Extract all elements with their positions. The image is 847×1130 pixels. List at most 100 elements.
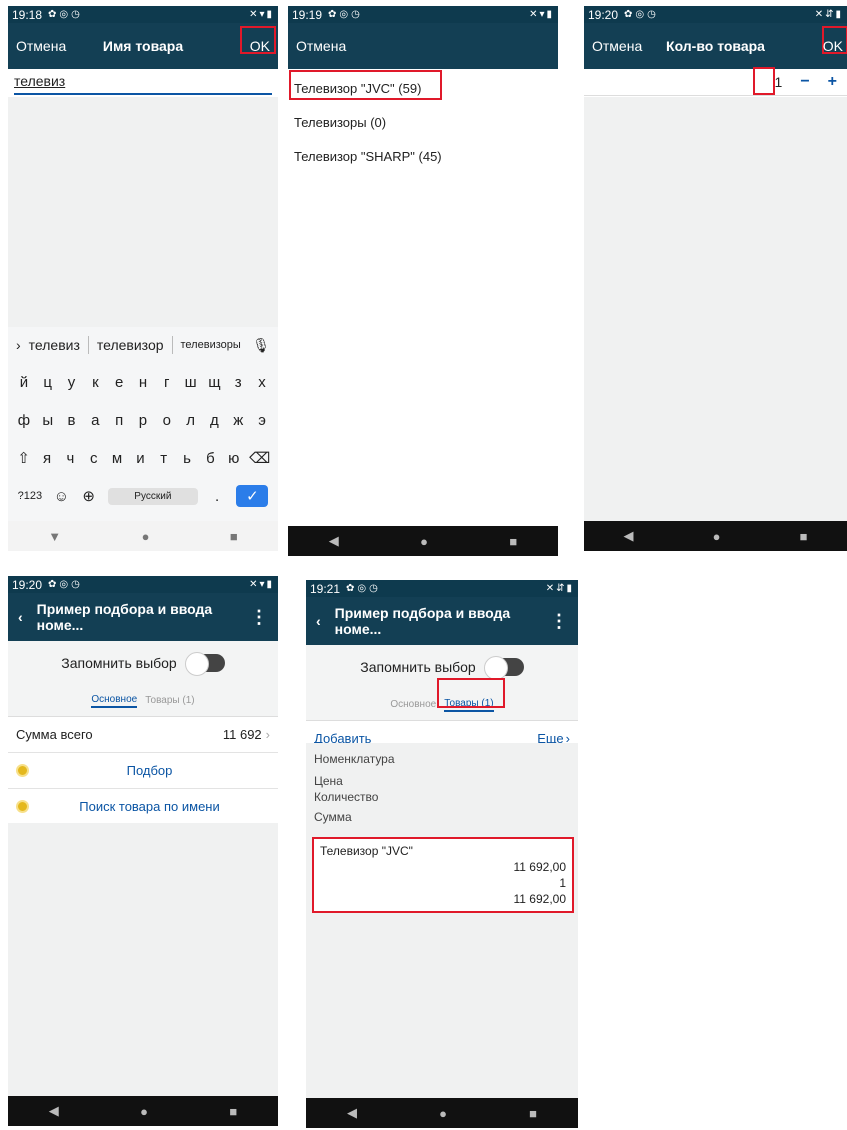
key[interactable]: х <box>254 374 270 391</box>
status-time: 19:20 <box>12 577 43 592</box>
key[interactable]: ц <box>40 374 56 391</box>
search-by-name-link[interactable]: Поиск товара по имени <box>29 799 270 814</box>
emoji-icon[interactable]: ☺ <box>53 488 69 505</box>
key[interactable]: о <box>159 412 175 429</box>
home-icon[interactable]: ● <box>439 1106 447 1121</box>
key[interactable]: ы <box>40 412 56 429</box>
selection-link[interactable]: Подбор <box>29 763 270 778</box>
key[interactable]: е <box>111 374 127 391</box>
recents-icon[interactable]: ■ <box>529 1106 537 1121</box>
back-icon[interactable]: ◀ <box>329 533 339 549</box>
remember-choice-toggle[interactable] <box>184 652 225 676</box>
home-icon[interactable]: ● <box>713 529 721 544</box>
backspace-icon[interactable]: ⌫ <box>249 449 270 467</box>
key[interactable]: ф <box>16 412 32 429</box>
status-icons: ✿◎◷ <box>48 579 83 590</box>
chevron-right-icon[interactable]: › <box>266 727 270 742</box>
key[interactable]: д <box>206 412 222 429</box>
list-item[interactable]: Телевизоры (0) <box>288 105 558 139</box>
key-row-3: ⇧ я ч с м и т ь б ю ⌫ <box>8 439 278 477</box>
dot-key[interactable]: . <box>209 488 225 505</box>
key[interactable]: л <box>183 412 199 429</box>
chevron-right-icon[interactable]: › <box>16 337 21 353</box>
key[interactable]: к <box>87 374 103 391</box>
name-input[interactable]: телевиз <box>14 73 272 95</box>
search-by-name-row[interactable]: Поиск товара по имени <box>8 789 278 825</box>
key[interactable]: ч <box>62 450 78 467</box>
table-row[interactable]: Телевизор "JVC" 11 692,00 1 11 692,00 <box>312 837 574 913</box>
key[interactable]: с <box>86 450 102 467</box>
coin-icon <box>16 800 29 813</box>
key[interactable]: м <box>109 450 125 467</box>
back-icon[interactable]: ◀ <box>49 1103 59 1119</box>
more-menu-icon[interactable]: ⋮ <box>550 611 568 632</box>
key[interactable]: щ <box>206 374 222 391</box>
screen-document-goods: 19:21 ✿◎◷ ✕⇵▮ ‹ Пример подбора и ввода н… <box>306 580 578 1128</box>
key[interactable]: н <box>135 374 151 391</box>
globe-icon[interactable]: ⊕ <box>81 487 97 505</box>
tab-bar: Основное Товары (1) <box>306 689 578 721</box>
space-key[interactable]: Русский <box>107 487 198 505</box>
tab-main[interactable]: Основное <box>91 694 138 708</box>
key[interactable]: ж <box>230 412 246 429</box>
ok-button[interactable]: OK <box>823 38 843 54</box>
suggestion-3[interactable]: телевизоры <box>181 339 241 351</box>
shift-icon[interactable]: ⇧ <box>16 449 32 467</box>
enter-icon[interactable]: ✓ <box>236 485 269 507</box>
key-row-1: й ц у к е н г ш щ з х <box>8 363 278 401</box>
tab-goods[interactable]: Товары (1) <box>145 695 194 706</box>
back-icon[interactable]: ◀ <box>624 528 634 544</box>
list-item[interactable]: Телевизор "SHARP" (45) <box>288 139 558 173</box>
recents-icon[interactable]: ■ <box>800 529 808 544</box>
status-icons: ✿◎◷ <box>624 9 659 20</box>
tab-goods[interactable]: Товары (1) <box>444 698 494 712</box>
key[interactable]: з <box>230 374 246 391</box>
back-icon[interactable]: ▼ <box>48 529 61 544</box>
back-arrow-icon[interactable]: ‹ <box>316 613 321 629</box>
column-sum: Сумма <box>314 810 352 824</box>
key[interactable]: р <box>135 412 151 429</box>
tab-main[interactable]: Основное <box>390 699 436 710</box>
item-quantity: 1 <box>559 876 566 890</box>
suggestion-2[interactable]: телевизор <box>97 337 164 353</box>
key[interactable]: ю <box>226 450 242 467</box>
list-item[interactable]: Телевизор "JVC" (59) <box>288 71 558 105</box>
key[interactable]: ш <box>183 374 199 391</box>
key[interactable]: и <box>132 450 148 467</box>
suggestion-1[interactable]: телевиз <box>29 337 80 353</box>
microphone-icon[interactable]: 🎙 <box>252 337 270 354</box>
status-right-icons: ✕▾▮ <box>529 9 554 20</box>
home-icon[interactable]: ● <box>140 1104 148 1119</box>
remember-choice-toggle[interactable] <box>483 656 524 680</box>
selection-row[interactable]: Подбор <box>8 753 278 789</box>
cancel-button[interactable]: Отмена <box>592 38 642 54</box>
increment-button[interactable]: + <box>828 73 837 91</box>
home-icon[interactable]: ● <box>420 534 428 549</box>
more-menu-icon[interactable]: ⋮ <box>250 607 268 628</box>
key[interactable]: я <box>39 450 55 467</box>
ok-button[interactable]: OK <box>250 38 270 54</box>
key[interactable]: г <box>159 374 175 391</box>
key[interactable]: п <box>111 412 127 429</box>
key[interactable]: э <box>254 412 270 429</box>
back-icon[interactable]: ◀ <box>347 1105 357 1121</box>
recents-icon[interactable]: ■ <box>230 529 238 544</box>
back-arrow-icon[interactable]: ‹ <box>18 609 23 625</box>
key[interactable]: ь <box>179 450 195 467</box>
symbols-key[interactable]: ?123 <box>18 490 42 502</box>
cancel-button[interactable]: Отмена <box>16 38 66 54</box>
decrement-button[interactable]: − <box>800 73 809 91</box>
status-right-icons: ✕⇵▮ <box>545 583 574 594</box>
cancel-button[interactable]: Отмена <box>296 38 346 54</box>
key[interactable]: в <box>64 412 80 429</box>
recents-icon[interactable]: ■ <box>229 1104 237 1119</box>
key[interactable]: б <box>202 450 218 467</box>
key[interactable]: т <box>156 450 172 467</box>
suggestion-bar: › телевиз телевизор телевизоры 🎙 <box>8 327 278 363</box>
key[interactable]: й <box>16 374 32 391</box>
recents-icon[interactable]: ■ <box>509 534 517 549</box>
quantity-value[interactable]: 1 <box>775 74 783 90</box>
key[interactable]: а <box>87 412 103 429</box>
key[interactable]: у <box>64 374 80 391</box>
home-icon[interactable]: ● <box>142 529 150 544</box>
